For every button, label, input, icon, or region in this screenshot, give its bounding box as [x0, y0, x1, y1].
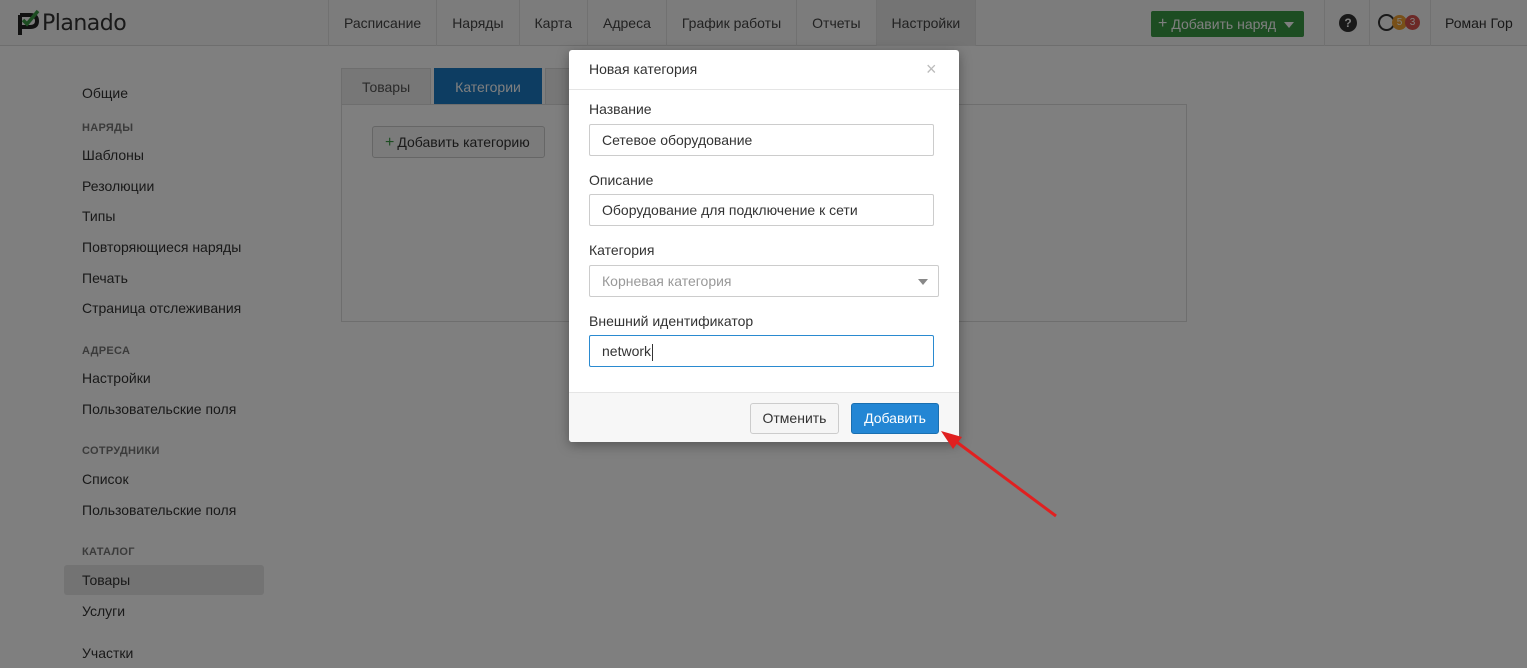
modal-footer: Отменить Добавить [569, 392, 959, 442]
text-cursor [652, 343, 654, 361]
category-label: Категория [589, 242, 655, 258]
name-label: Название [589, 101, 652, 117]
close-icon[interactable]: × [926, 59, 937, 79]
external-id-input[interactable]: network [589, 335, 934, 367]
modal-title: Новая категория [589, 61, 698, 77]
new-category-dialog: Новая категория × Название Сетевое обору… [569, 50, 959, 442]
chevron-down-icon [918, 279, 928, 285]
category-select-value: Корневая категория [602, 273, 732, 289]
external-id-value: network [602, 343, 652, 359]
description-input[interactable]: Оборудование для подключение к сети [589, 194, 934, 226]
cancel-button[interactable]: Отменить [750, 403, 839, 434]
name-input[interactable]: Сетевое оборудование [589, 124, 934, 156]
description-label: Описание [589, 172, 654, 188]
add-button[interactable]: Добавить [851, 403, 939, 434]
parent-category-select[interactable]: Корневая категория [589, 265, 939, 297]
modal-header: Новая категория × [569, 50, 959, 90]
external-id-label: Внешний идентификатор [589, 313, 754, 329]
